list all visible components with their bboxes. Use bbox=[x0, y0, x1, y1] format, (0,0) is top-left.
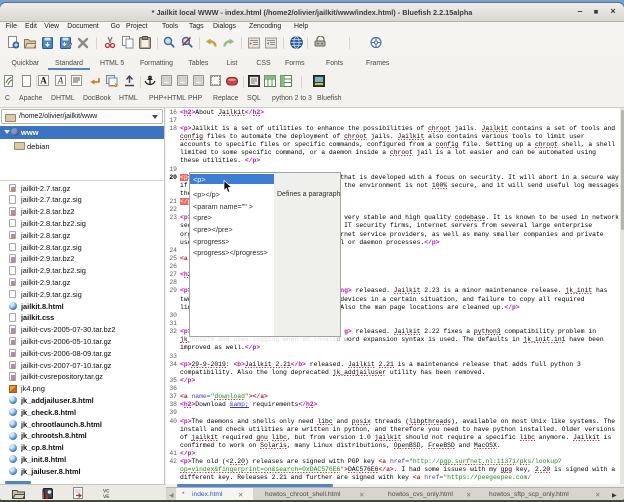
svg-text:A: A bbox=[40, 76, 47, 86]
svg-text:VE: VE bbox=[103, 493, 110, 499]
svg-text:A: A bbox=[57, 76, 64, 86]
